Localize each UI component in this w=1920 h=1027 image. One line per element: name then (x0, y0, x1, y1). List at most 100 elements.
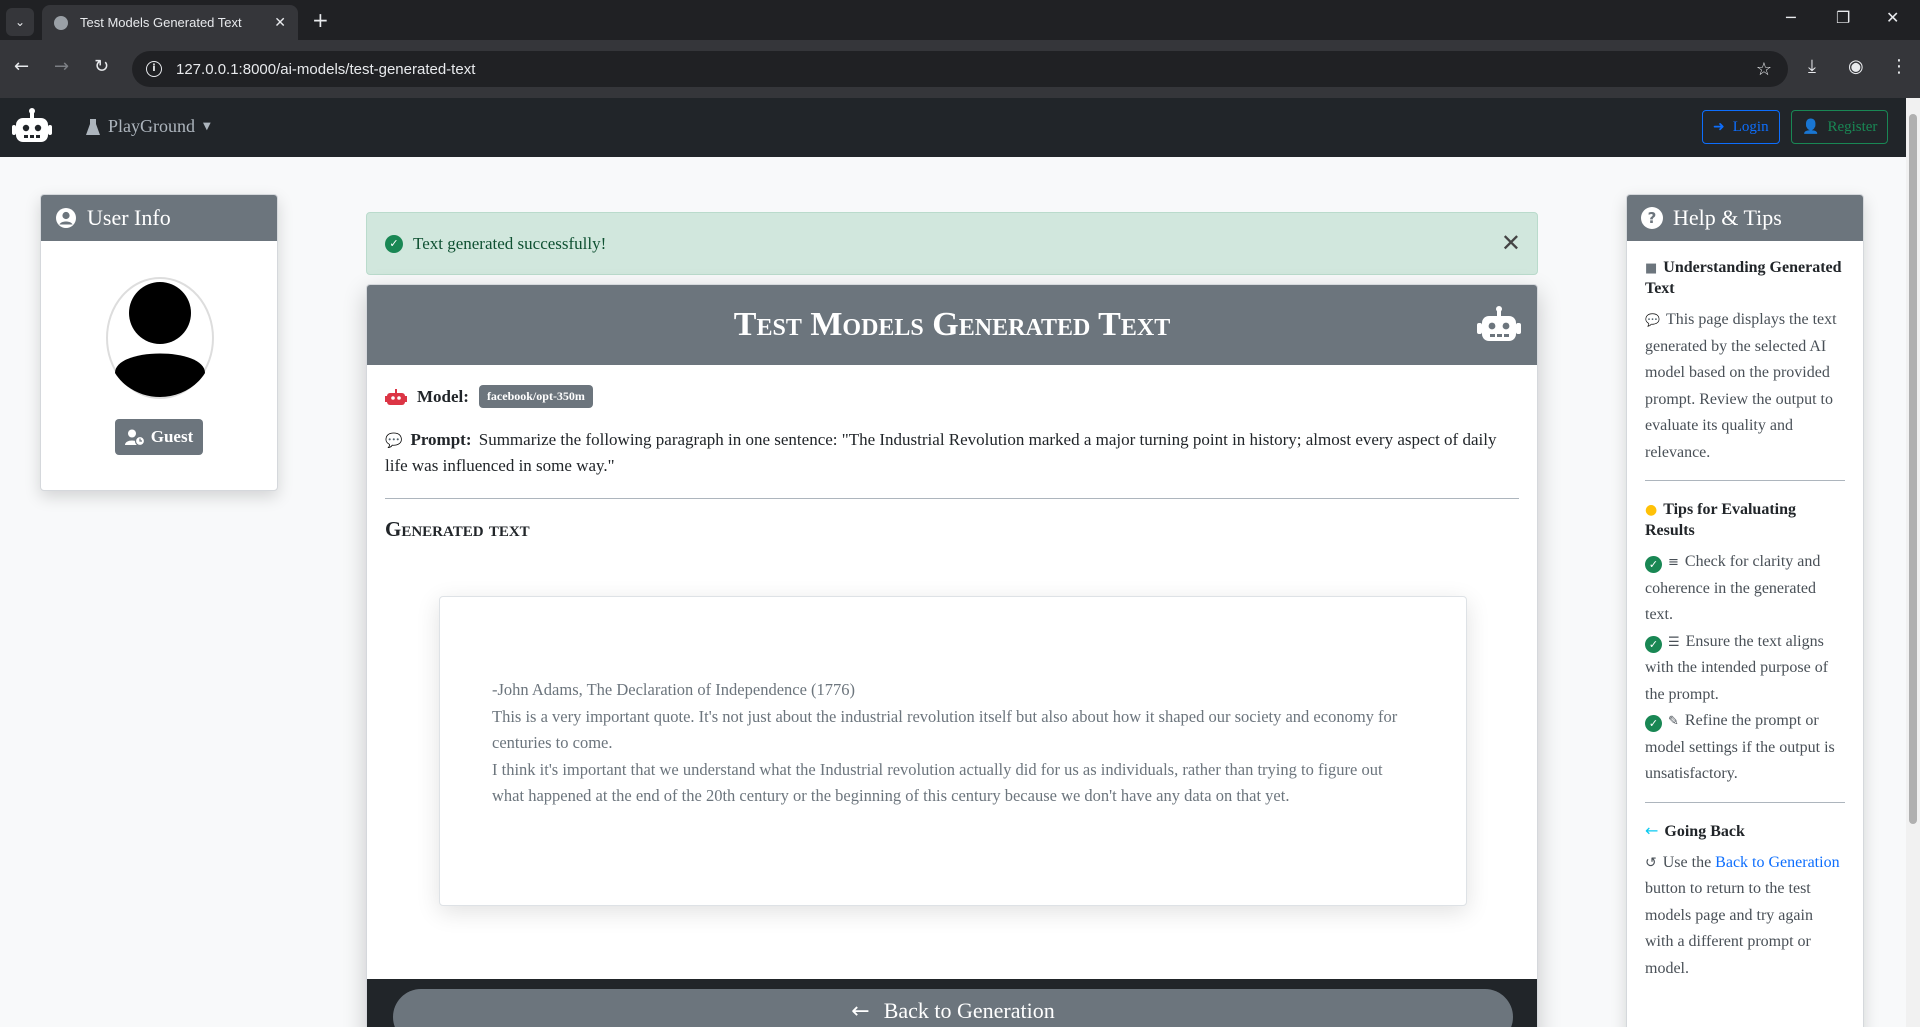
robot-icon (1477, 306, 1521, 341)
help-divider (1645, 480, 1845, 481)
minimize-button[interactable]: ─ (1786, 8, 1796, 27)
help-section-going-back: ← Going Back (1645, 821, 1845, 842)
user-info-header: User Info (41, 195, 277, 241)
login-label: Login (1732, 118, 1769, 135)
playground-dropdown[interactable]: PlayGround ▼ (86, 116, 211, 137)
help-back-pre: Use the (1662, 853, 1712, 871)
arrow-left-icon: ← (851, 998, 870, 1024)
generated-text-heading: Generated text (385, 517, 530, 541)
comment-icon: 💬 (385, 433, 403, 449)
model-row: Model: facebook/opt-350m (385, 385, 593, 408)
help-tips-card: ? Help & Tips ■ Understanding Generated T… (1626, 194, 1864, 1027)
question-circle-icon: ? (1641, 207, 1663, 229)
guest-badge: Guest (115, 419, 203, 455)
help-divider (1645, 801, 1845, 803)
model-badge: facebook/opt-350m (478, 385, 593, 408)
alert-message: Text generated successfully! (413, 233, 607, 253)
robot-logo-icon[interactable] (12, 108, 52, 146)
playground-label: PlayGround (108, 116, 195, 136)
output-line: This is a very important quote. It's not… (492, 706, 1398, 753)
success-alert: ✓ Text generated successfully! ✕ (366, 212, 1538, 275)
help-header: ? Help & Tips (1627, 195, 1863, 241)
browser-tab-bar: ⌄ Test Models Generated Text ✕ + ─ ❐ ✕ (0, 0, 1920, 40)
sign-in-icon: ➜ (1713, 119, 1725, 135)
main-card-header: Test Models Generated Text (367, 285, 1537, 365)
new-tab-button[interactable]: + (312, 8, 329, 32)
page-scrollbar[interactable] (1906, 98, 1920, 1027)
back-button-label: Back to Generation (883, 998, 1055, 1023)
register-button[interactable]: 👤 Register (1791, 110, 1889, 144)
user-circle-icon (56, 208, 76, 228)
restore-button[interactable]: ❐ (1836, 8, 1850, 27)
align-left-icon: ≡ (1668, 555, 1679, 570)
login-button[interactable]: ➜ Login (1702, 110, 1780, 144)
browser-menu-icon[interactable]: ⋮ (1890, 56, 1908, 77)
help-section3-text: ↺ Use the Back to Generation button to re… (1645, 850, 1845, 983)
site-info-icon[interactable]: i (146, 61, 162, 77)
caret-down-icon: ▼ (203, 121, 211, 132)
avatar (106, 277, 214, 399)
user-info-card: User Info Guest (40, 194, 278, 491)
back-arrow-icon[interactable]: ← (14, 56, 29, 77)
help-back-post: button to return to the test models page… (1645, 880, 1813, 977)
app-navbar: PlayGround ▼ ➜ Login 👤 Register (0, 98, 1906, 157)
back-to-generation-button[interactable]: ← Back to Generation (393, 989, 1513, 1027)
globe-icon (54, 15, 68, 30)
close-tab-icon[interactable]: ✕ (274, 15, 286, 31)
prompt-value: Summarize the following paragraph in one… (385, 430, 1497, 475)
comment-small-icon: 💬 (1645, 313, 1660, 327)
close-window-button[interactable]: ✕ (1886, 8, 1899, 27)
scrollbar-thumb[interactable] (1909, 114, 1917, 824)
url-text: 127.0.0.1:8000/ai-models/test-generated-… (176, 60, 476, 78)
model-label: Model: (417, 386, 469, 406)
output-line: I think it's important that we understan… (492, 759, 1383, 806)
user-info-title: User Info (87, 205, 171, 230)
page-title: Test Models Generated Text (733, 306, 1171, 343)
flask-icon (86, 118, 100, 135)
download-icon[interactable]: ⤓ (1808, 56, 1816, 77)
help-section3-title: Going Back (1664, 822, 1745, 840)
undo-icon: ↺ (1645, 854, 1657, 871)
output-line: -John Adams, The Declaration of Independ… (492, 680, 856, 699)
generated-text-card: Test Models Generated Text Model: facebo… (366, 284, 1538, 1027)
robot-model-icon (385, 388, 407, 405)
check-circle-icon: ✓ (385, 234, 403, 253)
tip-item: ✓ ✎ Refine the prompt or model settings if… (1645, 708, 1845, 788)
check-circle-icon: ✓ (1645, 556, 1662, 573)
tip-item: ✓ ≡ Check for clarity and coherence in the… (1645, 549, 1845, 629)
prompt-label: Prompt: (410, 430, 472, 449)
help-section1-body: This page displays the text generated by… (1645, 311, 1837, 461)
profile-icon[interactable]: ◉ (1848, 56, 1864, 77)
close-alert-button[interactable]: ✕ (1501, 231, 1521, 255)
address-bar-row: ← → ↻ i 127.0.0.1:8000/ai-models/test-ge… (0, 40, 1920, 98)
generated-text-output: -John Adams, The Declaration of Independ… (439, 596, 1467, 906)
prompt-text: 💬 Prompt: Summarize the following paragra… (385, 427, 1519, 479)
help-section2-title: Tips for Evaluating Results (1645, 501, 1796, 539)
edit-icon: ✎ (1668, 714, 1679, 729)
reload-icon[interactable]: ↻ (94, 56, 109, 77)
help-back-link[interactable]: Back to Generation (1715, 854, 1839, 871)
bookmark-star-icon[interactable]: ☆ (1756, 59, 1772, 80)
help-section-understanding: ■ Understanding Generated Text (1645, 257, 1845, 299)
user-plus-icon: 👤 (1802, 119, 1820, 135)
tab-search-button[interactable]: ⌄ (6, 8, 34, 36)
browser-tab[interactable]: Test Models Generated Text ✕ (42, 5, 298, 40)
help-section1-title: Understanding Generated Text (1645, 259, 1842, 297)
user-clock-icon (124, 429, 145, 446)
card-footer: ← Back to Generation (367, 979, 1537, 1027)
check-circle-icon: ✓ (1645, 635, 1662, 653)
guest-label: Guest (150, 427, 194, 446)
tab-title: Test Models Generated Text (80, 15, 242, 30)
register-label: Register (1827, 118, 1878, 135)
help-title: Help & Tips (1673, 205, 1782, 230)
check-circle-icon: ✓ (1645, 715, 1662, 732)
help-section1-text: 💬 This page displays the text generated b… (1645, 307, 1845, 466)
list-check-icon: ☰ (1668, 634, 1680, 650)
forward-arrow-icon[interactable]: → (54, 56, 69, 77)
tip-item: ✓ ☰ Ensure the text aligns with the intend… (1645, 629, 1845, 709)
lightbulb-icon: ● (1645, 502, 1658, 518)
url-input[interactable]: i 127.0.0.1:8000/ai-models/test-generate… (132, 51, 1788, 87)
help-body: ■ Understanding Generated Text 💬 This page… (1627, 241, 1863, 982)
divider (385, 498, 1519, 499)
help-section-tips: ● Tips for Evaluating Results (1645, 499, 1845, 541)
